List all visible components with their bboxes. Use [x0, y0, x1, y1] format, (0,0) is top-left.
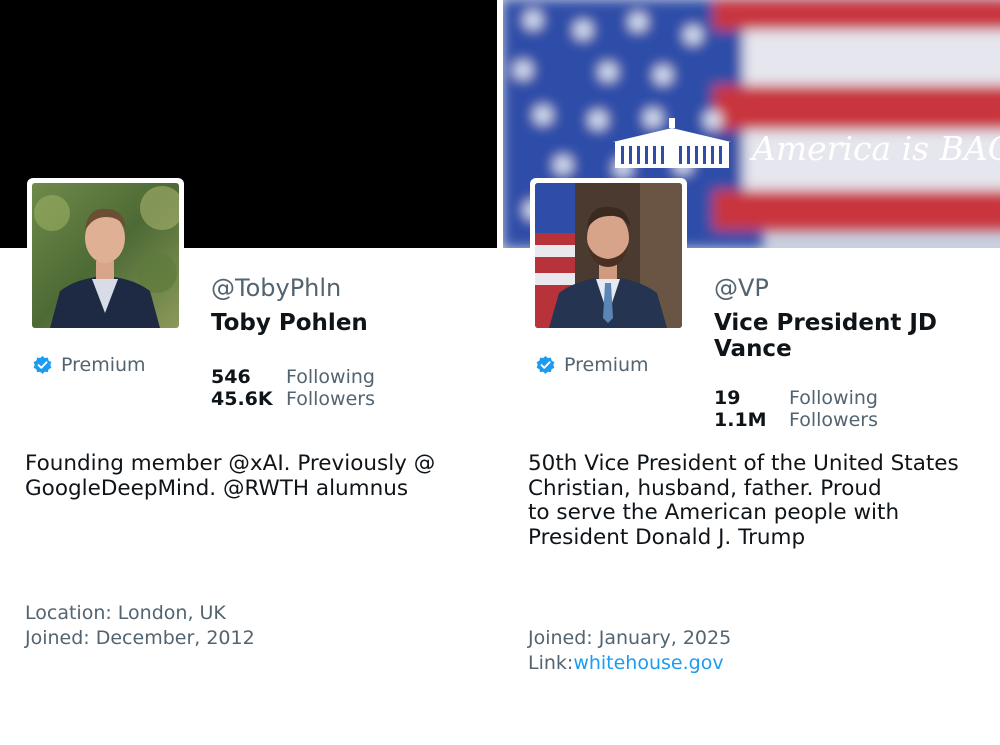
premium-badge: Premium	[32, 354, 146, 376]
followers-stat[interactable]: 45.6K Followers	[211, 388, 375, 410]
verified-badge-icon	[536, 355, 555, 374]
profile-stats: 19 Following 1.1M Followers	[714, 387, 878, 431]
profile-link-label: Link:	[528, 652, 574, 674]
following-label: Following	[789, 387, 878, 409]
profile-meta: Joined: January, 2025 Link:whitehouse.go…	[528, 626, 731, 676]
profile-bio: Founding member @xAI. Previously @ Googl…	[25, 451, 436, 501]
premium-badge: Premium	[535, 354, 649, 376]
avatar-photo	[535, 183, 682, 328]
profile-link: Link:whitehouse.gov	[528, 651, 731, 676]
followers-count: 45.6K	[211, 388, 273, 410]
profile-joined: Joined: December, 2012	[25, 627, 255, 649]
avatar-photo	[32, 183, 179, 328]
profile-link-url[interactable]: whitehouse.gov	[573, 652, 723, 674]
following-label: Following	[286, 366, 375, 388]
profile-joined: Joined: January, 2025	[528, 627, 732, 649]
banner-slogan: America is BACK.	[749, 129, 1000, 168]
followers-count: 1.1M	[714, 409, 767, 431]
profile-card-toby: @TobyPhln Toby Pohlen Premium 546 Follow…	[0, 0, 497, 745]
following-count: 546	[211, 366, 251, 388]
profile-card-vp: America is BACK. @VP Vice President JD V…	[503, 0, 1000, 745]
profile-location: Location: London, UK	[25, 602, 226, 624]
profile-bio: 50th Vice President of the United States…	[528, 451, 959, 550]
profile-handle[interactable]: @TobyPhln	[211, 274, 341, 302]
premium-label: Premium	[564, 354, 649, 376]
followers-stat[interactable]: 1.1M Followers	[714, 409, 878, 431]
avatar[interactable]	[27, 178, 184, 333]
avatar[interactable]	[530, 178, 687, 333]
profile-stats: 546 Following 45.6K Followers	[211, 366, 375, 410]
followers-label: Followers	[286, 388, 375, 410]
following-count: 19	[714, 387, 741, 409]
profile-display-name: Toby Pohlen	[211, 310, 368, 336]
verified-badge-icon	[33, 355, 52, 374]
premium-label: Premium	[61, 354, 146, 376]
profile-display-name: Vice President JD Vance	[714, 310, 937, 362]
profile-handle[interactable]: @VP	[714, 274, 769, 302]
following-stat[interactable]: 546 Following	[211, 366, 375, 388]
followers-label: Followers	[789, 409, 878, 431]
profile-meta: Location: London, UK Joined: December, 2…	[25, 601, 255, 651]
following-stat[interactable]: 19 Following	[714, 387, 878, 409]
